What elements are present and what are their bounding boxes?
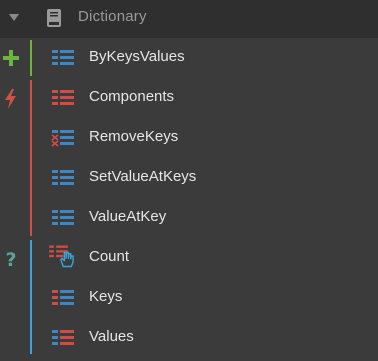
node-blue-icon <box>52 50 74 65</box>
library-panel: Dictionary ByKeysValues Components Remov… <box>0 0 378 361</box>
node-blue-icon <box>52 210 74 225</box>
category-header-dictionary[interactable]: Dictionary <box>0 0 378 38</box>
list-item-label: Values <box>89 328 134 345</box>
list-item-components[interactable]: Components <box>30 78 378 118</box>
create-plus-icon <box>3 50 19 66</box>
chevron-down-icon[interactable] <box>9 14 19 21</box>
node-red-icon <box>52 90 74 105</box>
node-remove-icon <box>51 130 74 147</box>
node-count-hand-icon <box>49 245 74 268</box>
action-lightning-icon <box>5 89 16 109</box>
list-item-count[interactable]: Count <box>30 238 378 278</box>
list-item-label: SetValueAtKeys <box>89 168 197 185</box>
list-item-label: RemoveKeys <box>89 128 179 145</box>
list-item-values[interactable]: Values <box>30 318 378 358</box>
query-question-icon: ? <box>5 249 16 270</box>
list-item-label: ByKeysValues <box>89 48 185 65</box>
svg-text:?: ? <box>5 249 16 270</box>
category-title: Dictionary <box>78 8 147 25</box>
list-item-setvalueatkeys[interactable]: SetValueAtKeys <box>30 158 378 198</box>
list-item-label: ValueAtKey <box>89 208 167 225</box>
list-item-valueatkey[interactable]: ValueAtKey <box>30 198 378 238</box>
list-item-bykeysvalues[interactable]: ByKeysValues <box>30 38 378 78</box>
node-values-icon <box>52 330 74 345</box>
list-item-label: Components <box>89 88 175 105</box>
list-item-keys[interactable]: Keys <box>30 278 378 318</box>
list-item-label: Keys <box>89 288 123 305</box>
node-keys-icon <box>52 290 74 305</box>
node-blue-icon <box>52 170 74 185</box>
list-item-removekeys[interactable]: RemoveKeys <box>30 118 378 158</box>
list-item-label: Count <box>89 248 130 265</box>
book-icon <box>47 9 61 27</box>
